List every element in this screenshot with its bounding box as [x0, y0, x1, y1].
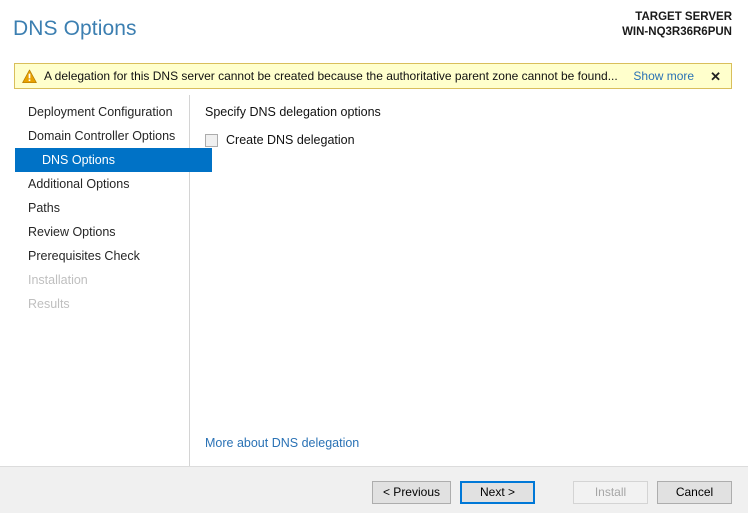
page-header: DNS Options TARGET SERVER WIN-NQ3R36R6PU…	[0, 0, 748, 56]
sidebar-item-installation: Installation	[28, 273, 88, 287]
more-about-dns-delegation-link[interactable]: More about DNS delegation	[205, 436, 359, 450]
create-dns-delegation-checkbox[interactable]	[205, 133, 218, 147]
target-server-label: TARGET SERVER	[635, 11, 732, 23]
sidebar-item-domain-controller-options[interactable]: Domain Controller Options	[0, 124, 212, 148]
sidebar-item-prerequisites-check[interactable]: Prerequisites Check	[0, 244, 212, 268]
content-heading: Specify DNS delegation options	[205, 105, 381, 119]
wizard-footer: < Previous Next > Install Cancel	[0, 466, 748, 513]
target-server-name: WIN-NQ3R36R6PUN	[622, 26, 732, 38]
show-more-link[interactable]: Show more	[633, 69, 694, 83]
close-icon[interactable]: ✕	[708, 70, 723, 83]
install-button: Install	[573, 481, 648, 504]
cancel-button[interactable]: Cancel	[657, 481, 732, 504]
sidebar-item-paths[interactable]: Paths	[0, 196, 212, 220]
sidebar-item-deployment-configuration[interactable]: Deployment Configuration	[0, 100, 212, 124]
target-server-block: TARGET SERVER WIN-NQ3R36R6PUN	[622, 10, 732, 40]
warning-message: A delegation for this DNS server cannot …	[44, 69, 618, 83]
sidebar-item-review-options[interactable]: Review Options	[0, 220, 212, 244]
wizard-content-panel: Specify DNS delegation options Create DN…	[190, 95, 748, 466]
wizard-navigation-sidebar: Deployment Configuration Domain Controll…	[0, 100, 212, 316]
warning-notification-bar: A delegation for this DNS server cannot …	[14, 63, 732, 89]
wizard-body: Deployment Configuration Domain Controll…	[0, 95, 748, 466]
create-dns-delegation-label: Create DNS delegation	[226, 133, 355, 147]
next-button[interactable]: Next >	[460, 481, 535, 504]
previous-button[interactable]: < Previous	[371, 481, 451, 504]
sidebar-item-dns-options[interactable]: DNS Options	[15, 148, 212, 172]
create-dns-delegation-row[interactable]: Create DNS delegation	[205, 133, 355, 147]
warning-triangle-icon	[22, 69, 37, 83]
sidebar-item-additional-options[interactable]: Additional Options	[0, 172, 212, 196]
page-title: DNS Options	[13, 17, 137, 40]
sidebar-item-results: Results	[28, 297, 70, 311]
wizard-button-row: < Previous Next > Install Cancel	[371, 481, 732, 504]
